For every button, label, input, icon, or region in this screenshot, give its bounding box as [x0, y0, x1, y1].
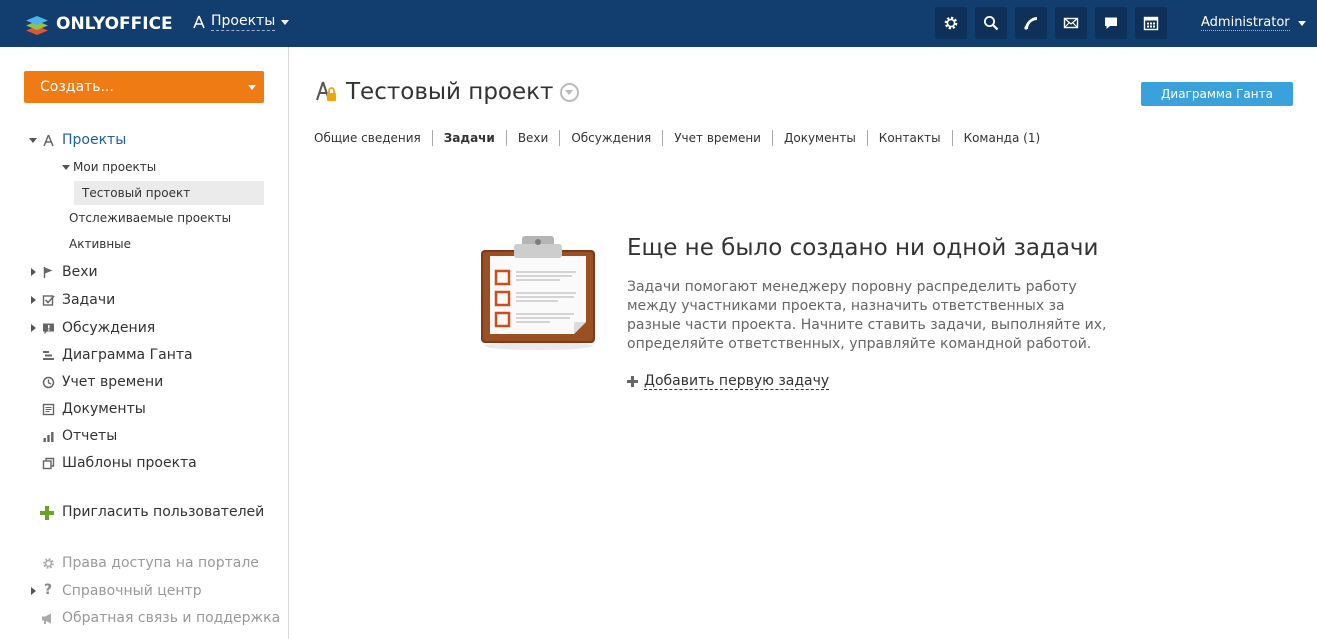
logo-icon [26, 15, 48, 35]
sidebar-item-my-projects[interactable]: Мои проекты [73, 160, 156, 174]
sidebar-item-feedback[interactable]: Обратная связь и поддержка [62, 610, 280, 626]
settings-button[interactable] [935, 7, 967, 39]
sidebar-item-documents[interactable]: Документы [62, 401, 146, 417]
sidebar-item-label: Тестовый проект [82, 186, 191, 200]
template-icon [42, 457, 55, 470]
plus-icon [40, 506, 54, 520]
sidebar-item-projects[interactable]: Проекты [0, 132, 289, 149]
checkbox-icon [42, 295, 55, 306]
sidebar-item-help-center[interactable]: Справочный центр [62, 583, 202, 599]
gear-icon [43, 558, 54, 569]
calendar-icon [1143, 16, 1159, 31]
empty-state-description: Задачи помогают менеджеру поровну распре… [627, 279, 1107, 352]
tab-item[interactable]: Задачи [433, 130, 507, 146]
create-button-label: Создать... [40, 79, 114, 95]
tab-item[interactable]: Учет времени [663, 130, 773, 146]
sidebar-item-discussions[interactable]: Обсуждения [62, 320, 155, 336]
clipboard-icon [481, 236, 595, 350]
expand-icon[interactable] [31, 296, 36, 304]
sidebar-item-tasks[interactable]: Задачи [62, 292, 115, 308]
flag-icon [43, 267, 53, 278]
sidebar-item-access-rights[interactable]: Права доступа на портале [62, 555, 259, 571]
chat-button[interactable] [1095, 7, 1127, 39]
gantt-icon [43, 351, 54, 360]
module-label: Проекты [211, 13, 276, 31]
user-name: Administrator [1201, 15, 1290, 31]
tab-item[interactable]: Команда (1) [953, 130, 1052, 146]
top-bar: ONLYOFFICE Проекты Administrator [0, 0, 1317, 47]
expand-icon[interactable] [29, 138, 37, 143]
logo-text: ONLYOFFICE [56, 13, 173, 34]
sidebar-item-selected-project[interactable]: Тестовый проект [74, 181, 264, 205]
mail-button[interactable] [1055, 7, 1087, 39]
sidebar-item-label: Проекты [62, 132, 127, 148]
chevron-down-icon [281, 19, 290, 25]
sidebar-item-followed[interactable]: Отслеживаемые проекты [69, 211, 231, 225]
expand-icon[interactable] [31, 268, 36, 276]
megaphone-icon [42, 613, 51, 624]
tab-item[interactable]: Документы [773, 130, 868, 146]
gantt-chart-button[interactable]: Диаграмма Ганта [1141, 82, 1293, 106]
sidebar-item-active[interactable]: Активные [69, 237, 131, 251]
projects-icon [43, 134, 54, 147]
expand-icon[interactable] [62, 165, 70, 170]
tab-item[interactable]: Вехи [507, 130, 561, 146]
chevron-down-icon [248, 85, 256, 90]
sidebar: Создать... Проекты Мои проекты Тестовый … [0, 47, 289, 639]
mail-icon [1063, 17, 1079, 29]
chevron-down-icon [1297, 20, 1306, 26]
search-button[interactable] [975, 7, 1007, 39]
document-icon [42, 403, 55, 416]
help-icon: ? [44, 582, 53, 598]
sidebar-item-invite-users[interactable]: Пригласить пользователей [62, 504, 264, 520]
clock-icon [42, 376, 55, 389]
feed-icon [1024, 17, 1037, 30]
onlyoffice-logo[interactable]: ONLYOFFICE [24, 10, 173, 37]
page-title: Тестовый проект [346, 79, 554, 105]
sidebar-item-templates[interactable]: Шаблоны проекта [62, 455, 197, 471]
calendar-button[interactable] [1135, 7, 1167, 39]
create-button[interactable]: Создать... [24, 71, 264, 103]
gear-icon [944, 16, 958, 30]
project-title-row: Тестовый проект [314, 79, 580, 105]
sidebar-item-reports[interactable]: Отчеты [62, 428, 117, 444]
module-switcher[interactable]: Проекты [193, 13, 290, 31]
sidebar-item-time-tracking[interactable]: Учет времени [62, 374, 163, 390]
tab-item[interactable]: Контакты [868, 130, 953, 146]
sidebar-item-gantt[interactable]: Диаграмма Ганта [62, 347, 193, 363]
plus-icon [627, 376, 638, 387]
empty-state-title: Еще не было создано ни одной задачи [627, 235, 1099, 261]
chevron-down-icon[interactable] [560, 82, 580, 102]
projects-module-icon [193, 15, 205, 29]
expand-icon[interactable] [31, 324, 36, 332]
search-icon [984, 16, 999, 31]
expand-icon[interactable] [31, 587, 36, 595]
tab-item[interactable]: Общие сведения [314, 130, 433, 146]
user-menu[interactable]: Administrator [1201, 15, 1306, 31]
discussion-icon [43, 323, 54, 334]
feed-button[interactable] [1015, 7, 1047, 39]
bar-chart-icon [43, 432, 54, 442]
sidebar-item-milestones[interactable]: Вехи [62, 264, 98, 280]
project-tabs: Общие сведения Задачи Вехи Обсуждения Учет в… [314, 130, 1051, 146]
tab-item[interactable]: Обсуждения [560, 130, 664, 146]
add-first-task-label: Добавить первую задачу [644, 373, 830, 390]
private-project-icon [316, 81, 336, 101]
chat-icon [1105, 17, 1117, 29]
add-first-task-button[interactable]: Добавить первую задачу [627, 373, 830, 390]
